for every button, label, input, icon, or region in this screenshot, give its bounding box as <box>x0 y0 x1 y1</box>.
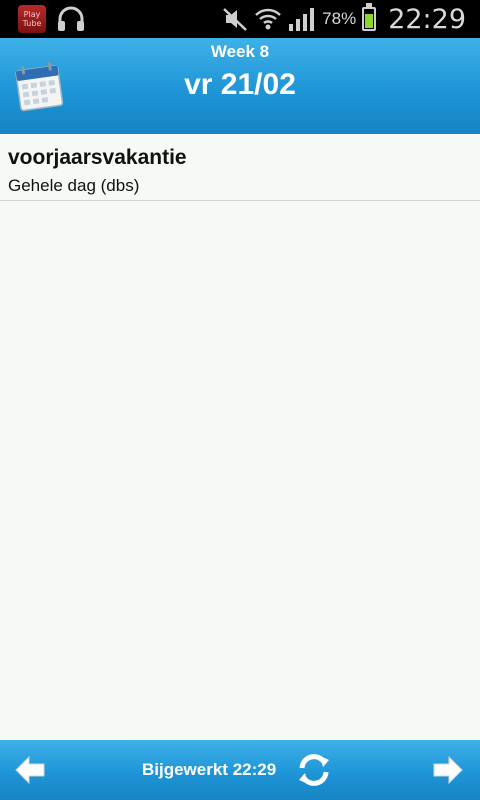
playtube-icon: Play Tube <box>18 5 46 33</box>
status-bar: Play Tube 78% 22:29 <box>0 0 480 38</box>
week-label: Week 8 <box>210 42 270 61</box>
arrow-left-icon[interactable] <box>14 754 46 786</box>
app-header: Week 8 vr 21/02 <box>0 38 480 134</box>
app-footer: Bijgewerkt 22:29 <box>0 740 480 800</box>
event-list: voorjaarsvakantie Gehele dag (dbs) <box>0 134 480 740</box>
battery-fill <box>365 14 374 28</box>
refresh-icon[interactable] <box>294 750 334 790</box>
status-time: 22:29 <box>388 3 466 35</box>
event-subtitle: Gehele dag (dbs) <box>8 176 140 195</box>
arrow-right-icon[interactable] <box>432 754 464 786</box>
battery-percent: 78% <box>322 9 357 28</box>
playtube-icon-line1: Play <box>23 10 41 19</box>
playtube-icon-line2: Tube <box>22 19 42 28</box>
mute-icon <box>223 8 248 31</box>
updated-label: Bijgewerkt 22:29 <box>142 760 277 779</box>
status-bar-right: 78% 22:29 <box>222 0 466 38</box>
battery-icon <box>362 3 377 31</box>
wifi-icon <box>255 8 282 30</box>
status-bar-left: Play Tube <box>18 4 86 34</box>
list-item[interactable]: voorjaarsvakantie Gehele dag (dbs) <box>0 134 480 201</box>
headphones-icon <box>58 6 84 31</box>
date-title: vr 21/02 <box>184 68 296 101</box>
event-title: voorjaarsvakantie <box>8 146 187 169</box>
signal-icon <box>289 8 315 31</box>
